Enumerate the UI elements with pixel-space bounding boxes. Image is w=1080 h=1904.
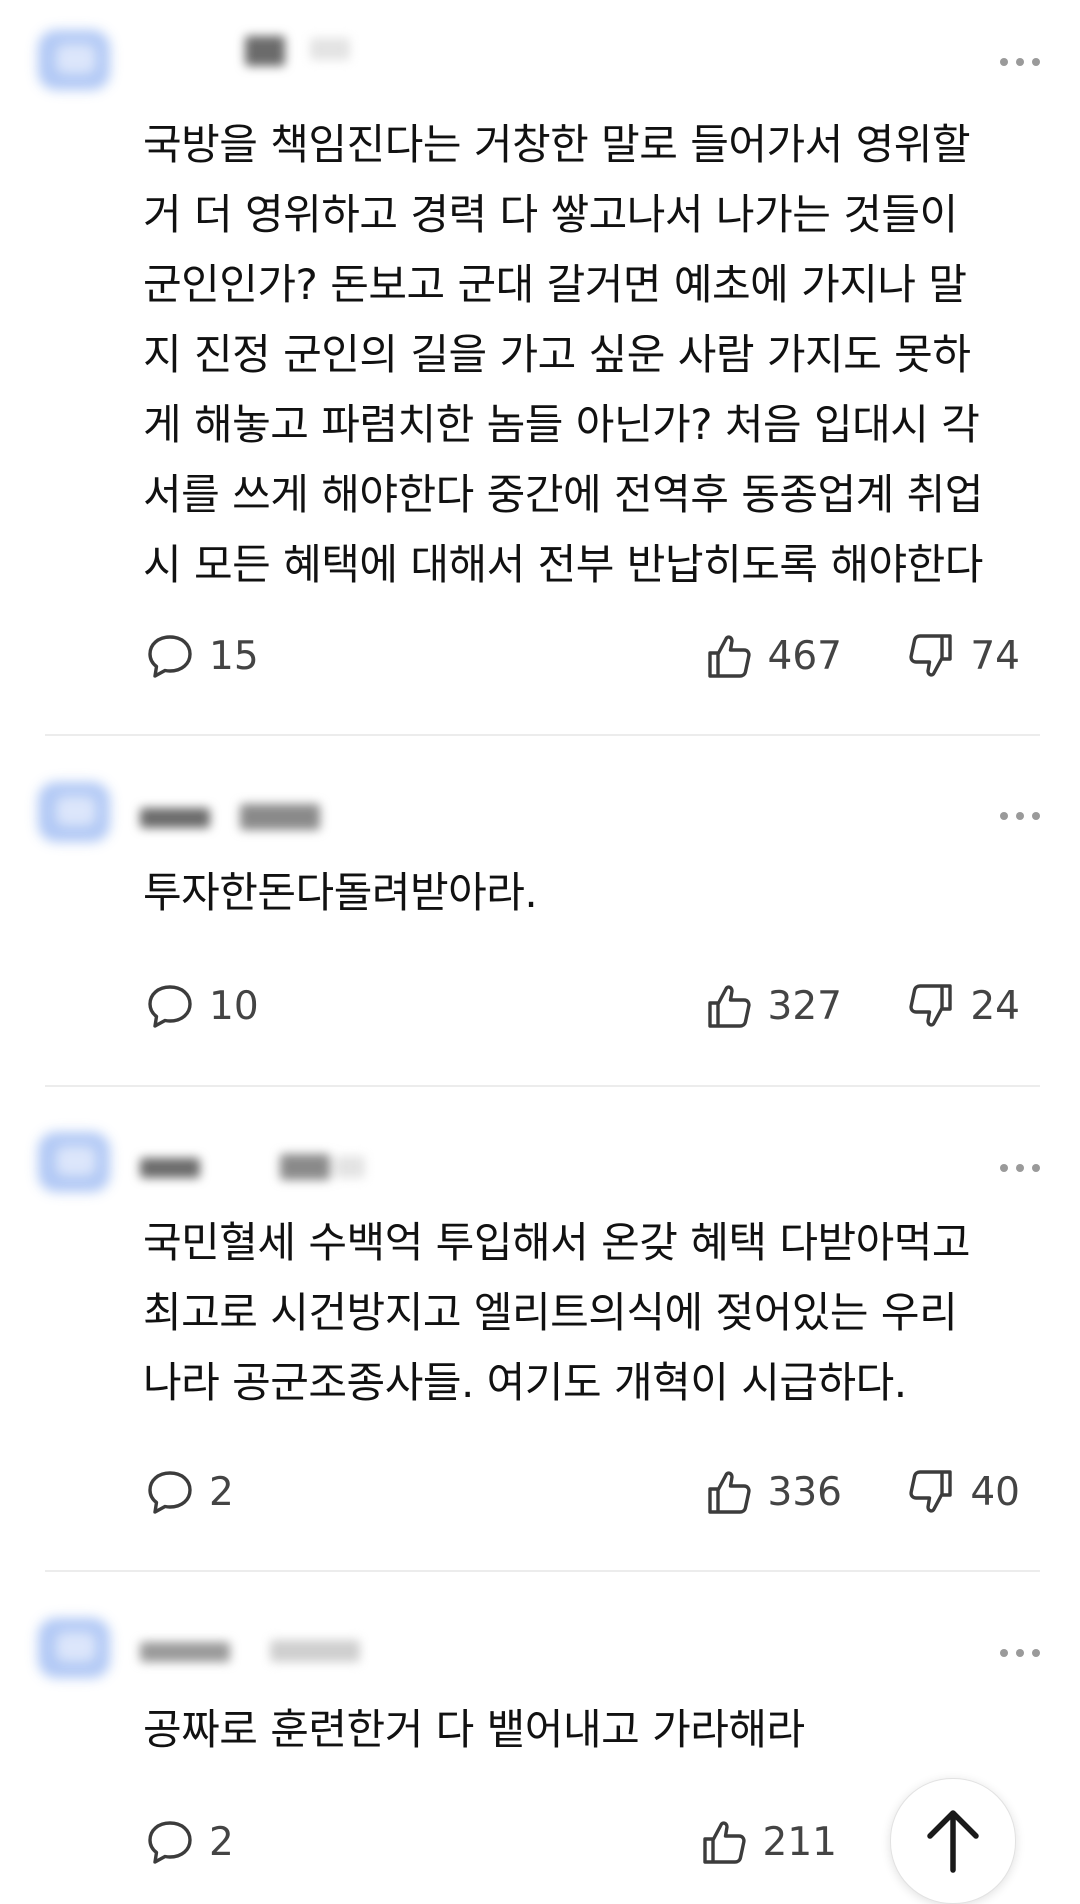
scroll-to-top-button[interactable]	[890, 1778, 1016, 1904]
avatar[interactable]	[38, 782, 110, 842]
username-redacted[interactable]	[140, 32, 380, 66]
thumbs-up-icon	[702, 1821, 746, 1864]
username-redacted[interactable]	[140, 1150, 380, 1184]
thumbs-down-icon	[909, 1470, 953, 1513]
dislike-button[interactable]: 40	[906, 1464, 1020, 1520]
dislike-count: 74	[970, 633, 1020, 679]
divider	[45, 1085, 1040, 1087]
reply-button[interactable]: 2	[145, 1814, 234, 1870]
like-button[interactable]: 327	[704, 978, 842, 1034]
speech-bubble-icon	[148, 985, 192, 1028]
speech-bubble-icon	[148, 1821, 192, 1864]
comment-text: 국민혈세 수백억 투입해서 온갖 혜택 다받아먹고 최고로 시건방지고 엘리트의…	[143, 1218, 971, 1407]
more-horizontal-icon[interactable]	[998, 806, 1042, 826]
divider	[45, 1570, 1040, 1572]
like-count: 467	[767, 633, 842, 679]
like-button[interactable]: 467	[704, 628, 842, 684]
comment-actions: 15 467 74	[0, 628, 1080, 684]
more-horizontal-icon[interactable]	[998, 1643, 1042, 1663]
more-horizontal-icon[interactable]	[998, 52, 1042, 72]
dislike-button[interactable]: 74	[906, 628, 1020, 684]
speech-bubble-icon	[148, 1471, 192, 1514]
avatar[interactable]	[38, 1132, 110, 1192]
like-count: 336	[767, 1469, 842, 1515]
reply-button[interactable]: 2	[145, 1464, 234, 1520]
reply-count: 10	[209, 983, 259, 1029]
dislike-button[interactable]: 24	[906, 978, 1020, 1034]
thumbs-up-icon	[707, 1471, 751, 1514]
speech-bubble-icon	[148, 635, 192, 678]
thumbs-down-icon	[909, 634, 953, 677]
like-button[interactable]: 336	[704, 1464, 842, 1520]
arrow-up-icon	[927, 1810, 979, 1873]
avatar[interactable]	[38, 1618, 110, 1678]
reply-count: 15	[209, 633, 259, 679]
divider	[45, 734, 1040, 736]
avatar[interactable]	[38, 30, 110, 90]
reply-button[interactable]: 10	[145, 978, 259, 1034]
comment-actions: 2 336 40	[0, 1464, 1080, 1520]
thumbs-down-icon	[909, 984, 953, 1027]
username-redacted[interactable]	[140, 800, 380, 834]
reply-count: 2	[209, 1819, 234, 1865]
username-redacted[interactable]	[140, 1634, 380, 1668]
reply-button[interactable]: 15	[145, 628, 259, 684]
like-count: 211	[762, 1819, 837, 1865]
comment-text: 국방을 책임진다는 거창한 말로 들어가서 영위할 거 더 영위하고 경력 다 …	[143, 120, 983, 589]
reply-count: 2	[209, 1469, 234, 1515]
thumbs-up-icon	[707, 985, 751, 1028]
like-count: 327	[767, 983, 842, 1029]
dislike-count: 24	[970, 983, 1020, 1029]
thumbs-up-icon	[707, 635, 751, 678]
comment-text: 공짜로 훈련한거 다 뱉어내고 가라해라	[143, 1705, 805, 1754]
more-horizontal-icon[interactable]	[998, 1158, 1042, 1178]
like-button[interactable]: 211	[699, 1814, 837, 1870]
comment-text: 투자한돈다돌려받아라.	[143, 868, 538, 917]
dislike-count: 40	[970, 1469, 1020, 1515]
comment-actions: 10 327 24	[0, 978, 1080, 1034]
